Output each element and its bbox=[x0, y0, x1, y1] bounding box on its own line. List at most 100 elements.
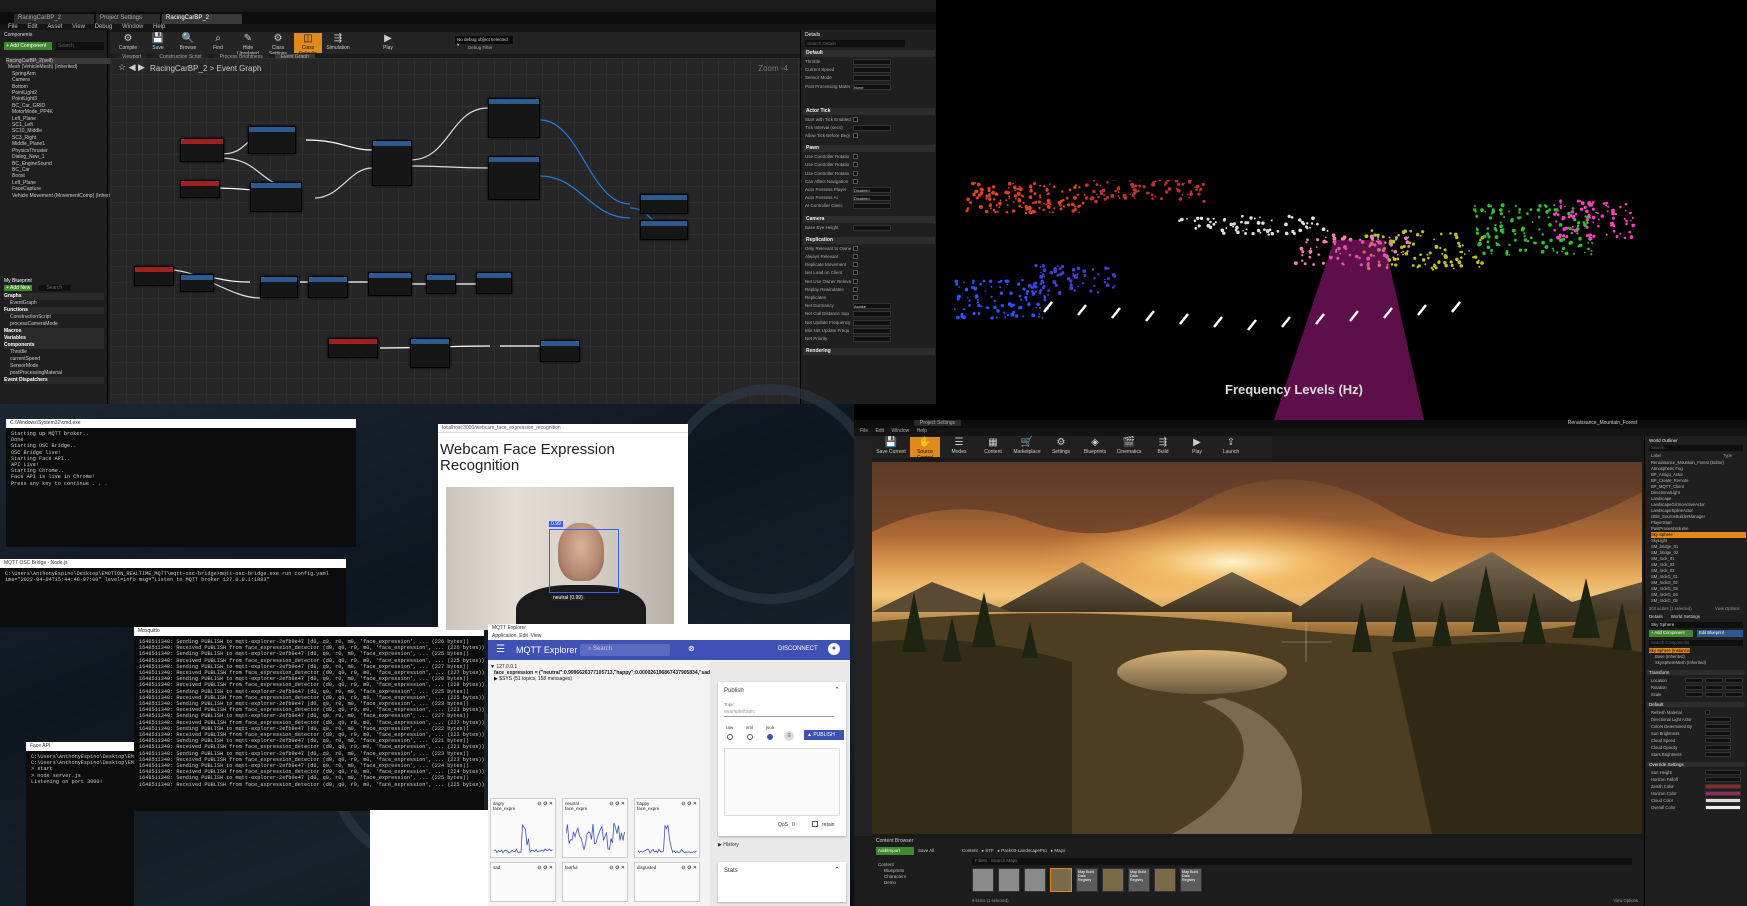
event-graph-canvas[interactable]: ☆ ◀ ▶ RacingCarBP_2 > Event Graph Zoom -… bbox=[110, 58, 800, 404]
bp-node[interactable] bbox=[180, 138, 224, 162]
view-options-button[interactable]: View Options bbox=[1613, 898, 1638, 903]
tree-sys[interactable]: ▶ $SYS (51 topics, 158 messages) bbox=[490, 676, 710, 682]
mybp-item[interactable]: ConstructionScript bbox=[4, 314, 104, 321]
toolbar-blueprints-button[interactable]: ◈ Blueprints bbox=[1080, 437, 1110, 457]
transform-field[interactable] bbox=[1685, 685, 1703, 690]
bp-node[interactable] bbox=[248, 126, 296, 154]
hamburger-menu-icon[interactable]: ☰ bbox=[496, 644, 505, 655]
chart-controls-icon[interactable]: ⊖ ⚙ ✕ bbox=[681, 865, 697, 871]
content-browser-tab[interactable]: Content Browser bbox=[876, 838, 913, 846]
add-component-button[interactable]: + Add Component bbox=[4, 42, 52, 50]
bp-node[interactable] bbox=[368, 272, 412, 296]
color-swatch[interactable] bbox=[1705, 805, 1741, 810]
details-checkbox[interactable] bbox=[853, 254, 858, 259]
asset-search-input[interactable]: Filters Search Maps bbox=[972, 858, 1632, 865]
topic-search-input[interactable]: ⌕ Search bbox=[580, 644, 670, 656]
toolbar-cinematics-button[interactable]: 🎬 Cinematics bbox=[1114, 437, 1144, 457]
details-field[interactable] bbox=[853, 203, 891, 210]
collapse-icon[interactable]: ⌃ bbox=[834, 686, 840, 694]
toolbar-content-button[interactable]: ▦ Content bbox=[978, 437, 1008, 457]
details-field[interactable] bbox=[1705, 752, 1731, 757]
mybp-item[interactable]: processCameraMode bbox=[4, 321, 104, 328]
bp-node[interactable] bbox=[134, 266, 174, 286]
details-field[interactable] bbox=[1705, 724, 1731, 729]
console-window-bridge[interactable]: MQTT OSC Bridge - Node.js C:\Users\Antho… bbox=[0, 559, 346, 627]
details-section-header[interactable]: Replication bbox=[803, 236, 935, 244]
mybp-item[interactable]: currentSpeed bbox=[4, 356, 104, 363]
save-all-button[interactable]: Save All bbox=[918, 848, 934, 853]
toolbar-marketplace-button[interactable]: 🛒 Marketplace bbox=[1012, 437, 1042, 457]
component-item[interactable]: Sky Sphere (Instance) bbox=[1649, 648, 1691, 653]
details-search-input[interactable]: Search Details bbox=[805, 40, 905, 47]
tab-project-settings[interactable]: Project Settings bbox=[914, 420, 962, 426]
disconnect-button[interactable]: DISCONNECT bbox=[778, 646, 818, 652]
folder-item[interactable]: Demo bbox=[878, 880, 968, 886]
webcam-browser-window[interactable]: localhost:3000/webcam_face_expression_re… bbox=[438, 424, 688, 630]
console-window-mosquitto[interactable]: Mosquitto 1648511340: Sending PUBLISH to… bbox=[134, 627, 484, 811]
toolbar-class-defaults-button[interactable]: ◫Class Defaults bbox=[294, 33, 322, 57]
mybp-section-header[interactable]: Variables bbox=[4, 335, 104, 342]
bp-node[interactable] bbox=[328, 338, 378, 358]
chart-controls-icon[interactable]: ⊖ ⚙ ✕ bbox=[609, 865, 625, 871]
asset-tile[interactable] bbox=[998, 868, 1020, 892]
bp-node[interactable] bbox=[308, 276, 348, 298]
details-checkbox[interactable] bbox=[853, 133, 858, 138]
collapse-icon[interactable]: ⌃ bbox=[834, 866, 840, 874]
payload-editor[interactable] bbox=[724, 748, 840, 816]
details-section-header[interactable]: Default bbox=[803, 50, 935, 57]
bp-node[interactable] bbox=[476, 272, 512, 294]
mqtt-explorer-window[interactable]: MQTT Explorer Application Edit View ☰ MQ… bbox=[488, 624, 850, 906]
details-field[interactable] bbox=[853, 224, 891, 231]
retain-checkbox[interactable] bbox=[812, 821, 818, 827]
mybp-section-header[interactable]: Functions bbox=[4, 307, 104, 314]
qos-select[interactable]: 0 bbox=[792, 822, 795, 828]
toolbar-save-current-button[interactable]: 💾 Save Current bbox=[876, 437, 906, 457]
toolbar-modes-button[interactable]: ☰ Modes bbox=[944, 437, 974, 457]
mybp-item[interactable]: SensorMode bbox=[4, 363, 104, 370]
menu-application[interactable]: Application bbox=[492, 633, 516, 639]
toolbar-simulation-button[interactable]: ⇶ Simulation bbox=[324, 33, 352, 53]
details-field[interactable] bbox=[853, 319, 891, 326]
transform-field[interactable] bbox=[1705, 685, 1723, 690]
details-field[interactable] bbox=[1705, 745, 1731, 750]
asset-tile[interactable]: Map Build Data Registry bbox=[1180, 868, 1202, 892]
toolbar-settings-button[interactable]: ⚙ Settings bbox=[1046, 437, 1076, 457]
color-swatch[interactable] bbox=[1705, 798, 1741, 803]
details-field[interactable] bbox=[1705, 777, 1741, 782]
bp-node[interactable] bbox=[410, 338, 450, 368]
bp-node[interactable] bbox=[250, 182, 302, 212]
transform-field[interactable] bbox=[1705, 678, 1723, 683]
add-import-button[interactable]: Add/Import bbox=[876, 847, 914, 855]
details-section-header[interactable]: Default bbox=[1647, 702, 1745, 707]
chart-controls-icon[interactable]: ⊖ ⚙ ✕ bbox=[537, 801, 553, 807]
toolbar-save-button[interactable]: 💾 Save bbox=[144, 33, 172, 53]
outliner-search-input[interactable]: Search... bbox=[1649, 445, 1743, 451]
clear-search-icon[interactable]: ⊗ bbox=[688, 644, 695, 653]
bp-node[interactable] bbox=[540, 340, 580, 362]
tab-world-settings[interactable]: World Settings bbox=[1671, 614, 1700, 619]
chart-controls-icon[interactable]: ⊖ ⚙ ✕ bbox=[609, 801, 625, 807]
menu-view[interactable]: View bbox=[531, 633, 542, 639]
details-checkbox[interactable] bbox=[853, 170, 858, 176]
details-section-header[interactable]: Rendering bbox=[803, 348, 935, 356]
edit-blueprint-button[interactable]: Edit Blueprint bbox=[1697, 630, 1743, 637]
bp-node[interactable] bbox=[260, 276, 298, 298]
bp-node[interactable] bbox=[640, 220, 688, 240]
console-window-startup[interactable]: C:\Windows\System32\cmd.exe Starting up … bbox=[6, 419, 356, 547]
level-viewport[interactable] bbox=[872, 462, 1642, 834]
component-tree-item[interactable]: Vehicle Movement (MovementComp) (Inherit bbox=[6, 193, 111, 199]
details-field[interactable] bbox=[1705, 738, 1731, 743]
details-section-header[interactable]: Transform bbox=[1647, 670, 1745, 675]
tab-racingcar-2[interactable]: RacingCarBP_2 bbox=[162, 14, 242, 24]
details-section-header[interactable]: Actor Tick bbox=[803, 107, 935, 115]
browser-tab[interactable]: localhost:3000/webcam_face_expression_re… bbox=[438, 424, 688, 433]
toolbar-find-button[interactable]: ⌕ Find bbox=[204, 33, 232, 53]
component-item[interactable]: Base (Inherited) bbox=[1655, 654, 1685, 659]
bp-node[interactable] bbox=[640, 194, 688, 214]
history-toggle[interactable]: ▶ History bbox=[718, 842, 739, 848]
details-section-header[interactable]: Camera bbox=[803, 215, 935, 223]
details-field[interactable] bbox=[853, 75, 891, 82]
bp-node[interactable] bbox=[426, 274, 456, 294]
bp-node[interactable] bbox=[180, 180, 220, 198]
format-menu-icon[interactable]: ≡ bbox=[784, 731, 794, 741]
